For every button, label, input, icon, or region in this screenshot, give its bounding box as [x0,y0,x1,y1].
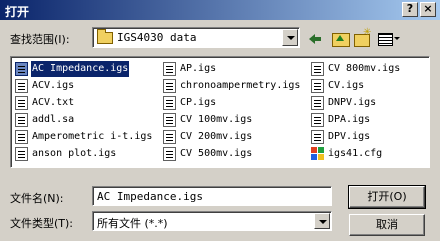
file-name: AP.igs [180,63,217,74]
filename-input[interactable]: AC Impedance.igs [92,186,332,206]
file-name: CV 800mv.igs [328,63,401,74]
file-name: CV 500mv.igs [180,148,253,159]
document-icon [15,96,28,110]
document-icon [163,79,176,93]
document-icon [163,130,176,144]
file-name: AC Impedance.igs [29,60,131,78]
document-icon [15,113,28,127]
document-icon [15,62,28,76]
document-icon [163,147,176,161]
folder-icon [97,29,113,44]
new-folder-icon[interactable] [352,27,372,48]
cancel-button[interactable]: 取消 [349,214,425,236]
document-icon [311,79,324,93]
chevron-down-icon[interactable] [282,29,298,46]
document-icon [15,130,28,144]
chevron-down-icon[interactable] [314,213,330,229]
file-name: igs41.cfg [328,148,383,159]
document-icon [311,113,324,127]
help-button[interactable]: ? [402,2,418,17]
file-name: CV 200mv.igs [180,131,253,142]
close-button[interactable]: × [420,2,436,17]
file-name: chronoampermetry.igs [180,80,301,91]
document-icon [163,62,176,76]
file-name: ACV.txt [32,97,75,108]
file-name: DNPV.igs [328,97,377,108]
document-icon [311,96,324,110]
back-icon[interactable] [306,28,326,48]
file-name: ACV.igs [32,80,75,91]
filename-label: 文件名(N): [10,192,64,205]
document-icon [163,113,176,127]
document-icon [163,96,176,110]
file-name: CV 100mv.igs [180,114,253,125]
window-title: 打开 [5,5,30,19]
file-name: anson plot.igs [32,148,117,159]
config-file-icon [311,147,324,161]
file-name: DPA.igs [328,114,371,125]
open-button[interactable]: 打开(O) [348,185,426,209]
filetype-dropdown[interactable]: 所有文件 (*.*) [92,211,332,231]
document-icon [15,79,28,93]
file-name: addl.sa [32,114,75,125]
file-name: Amperometric i-t.igs [32,131,153,142]
document-icon [311,62,324,76]
lookin-value: IGS4030 data [117,31,197,44]
lookin-dropdown[interactable]: IGS4030 data [92,27,300,48]
document-icon [311,130,324,144]
filetype-value: 所有文件 (*.*) [97,217,168,230]
up-folder-icon[interactable] [330,28,350,48]
filetype-label: 文件类型(T): [10,217,74,230]
file-list[interactable]: AC Impedance.igs ACV.igs ACV.txt addl.sa Amp… [10,56,430,168]
file-name: CP.igs [180,97,217,108]
title-bar: 打开 ? × [0,0,440,20]
document-icon [15,147,28,161]
file-name: CV.igs [328,80,365,91]
view-menu-icon[interactable] [376,28,402,48]
lookin-label: 查找范围(I): [10,33,70,46]
file-name: DPV.igs [328,131,371,142]
